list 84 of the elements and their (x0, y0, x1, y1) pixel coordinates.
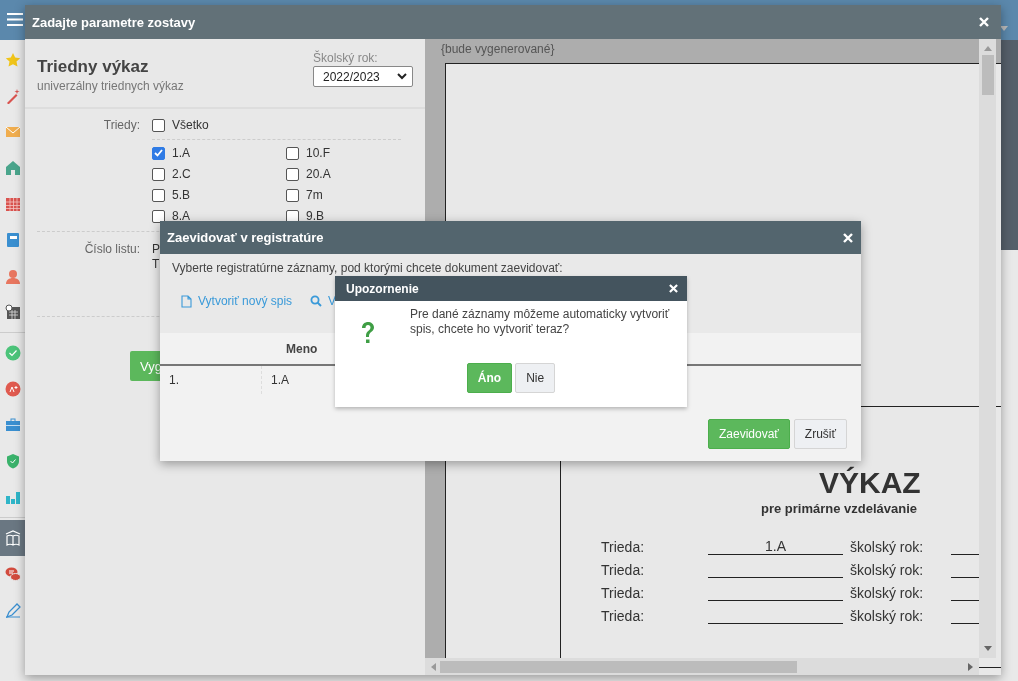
notebook-icon (4, 232, 21, 248)
message-text: Pre dané záznamy môžeme automaticky vytvoriť spis, chcete ho vytvoriť teraz? (410, 307, 671, 338)
column-header: Meno (285, 341, 318, 356)
form-label: Trieda: (601, 585, 646, 601)
vertical-scrollbar[interactable] (979, 39, 996, 658)
fill-in-line: 1.A (708, 538, 843, 555)
table-cell: 1.A (261, 366, 289, 394)
house-icon (4, 160, 21, 176)
decline-button[interactable]: Nie (515, 363, 556, 393)
checkbox-label: 5.B (172, 188, 190, 202)
form-label: Trieda: (601, 608, 646, 624)
horizontal-scrollbar[interactable] (425, 658, 979, 675)
briefcase-icon (4, 417, 21, 433)
option-text: P (152, 242, 160, 257)
window-title: Zadajte parametre zostavy (32, 14, 196, 30)
field-label: Triedy: (102, 118, 141, 134)
form-label: školský rok: (850, 608, 925, 624)
form-label: Trieda: (601, 539, 646, 555)
pen-icon (4, 602, 21, 618)
scroll-down-icon[interactable] (983, 646, 992, 651)
check-circle-icon (4, 345, 21, 361)
scroll-left-icon[interactable] (431, 662, 436, 671)
table-cell-text: 1. (168, 372, 180, 389)
report-title: Triedny výkaz (37, 57, 150, 77)
action-link[interactable]: Vytvoriť nový spis (181, 294, 293, 308)
checkbox-label: 8.A (172, 209, 190, 223)
close-icon[interactable] (843, 232, 853, 243)
chat-icon (4, 566, 21, 582)
checkbox-label: 20.A (306, 167, 331, 181)
field-label: Školský rok: (313, 51, 379, 65)
search-icon (310, 295, 323, 307)
checkbox[interactable] (152, 167, 165, 181)
scroll-right-icon[interactable] (968, 662, 973, 671)
checkbox-label: 7m (306, 188, 323, 202)
book-icon (4, 530, 21, 546)
checkbox[interactable] (286, 188, 299, 202)
scroll-up-icon[interactable] (983, 46, 992, 51)
checkbox[interactable] (286, 167, 299, 181)
dialog-title: Upozornenie (346, 281, 419, 296)
instruction-text: Vyberte registratúrne záznamy, pod ktorými chcete dokument zaevidovať: (172, 261, 563, 275)
checkbox[interactable] (152, 118, 165, 132)
question-icon (360, 321, 376, 345)
dialog-title: Zaevidovať v registratúre (167, 230, 324, 245)
checkbox-label: 1.A (172, 146, 190, 160)
school-year-select[interactable]: 2022/2023 (313, 66, 413, 87)
checkbox[interactable] (286, 146, 299, 160)
report-subtitle: univerzálny triednych výkaz (37, 79, 184, 93)
checkbox[interactable] (152, 146, 165, 160)
grade-circle-icon (4, 381, 21, 397)
close-icon[interactable] (979, 17, 989, 27)
checkbox[interactable] (152, 188, 165, 202)
scroll-thumb[interactable] (440, 660, 797, 673)
checkbox[interactable] (152, 209, 165, 223)
form-label: Trieda: (601, 562, 646, 578)
star-icon (4, 52, 21, 68)
menu-icon[interactable] (7, 13, 23, 26)
caret-icon[interactable] (1000, 26, 1008, 31)
document-subheading: pre primárne vzdelávanie (760, 501, 919, 516)
document-icon (181, 294, 192, 308)
register-button[interactable]: Zaevidovať (707, 419, 790, 449)
form-label: školský rok: (850, 539, 925, 555)
checkbox-label: Všetko (172, 118, 209, 132)
checkbox-label: 10.F (306, 146, 330, 160)
form-label: školský rok: (850, 585, 925, 601)
chevron-down-icon (397, 73, 407, 80)
calendar-icon (4, 196, 21, 212)
sidebar-item[interactable] (0, 520, 25, 556)
action-link[interactable]: V (310, 294, 337, 308)
envelope-icon (4, 124, 21, 140)
calendar-clock-icon (4, 304, 21, 320)
scroll-thumb[interactable] (981, 55, 994, 95)
person-icon (4, 268, 21, 284)
checkbox-label: 9.B (306, 209, 324, 223)
checkbox-label: 2.C (172, 167, 191, 181)
bar-chart-icon (4, 489, 21, 505)
form-label: školský rok: (850, 562, 925, 578)
option-text: T (152, 257, 160, 272)
accept-button[interactable]: Áno (466, 363, 513, 393)
cancel-button[interactable]: Zrušiť (793, 419, 847, 449)
placeholder-text: {bude vygenerované} (441, 42, 555, 56)
field-label: Číslo listu: (83, 242, 141, 258)
shield-icon (4, 453, 21, 469)
document-heading: VÝKAZ (818, 467, 922, 499)
close-icon[interactable] (669, 284, 678, 293)
